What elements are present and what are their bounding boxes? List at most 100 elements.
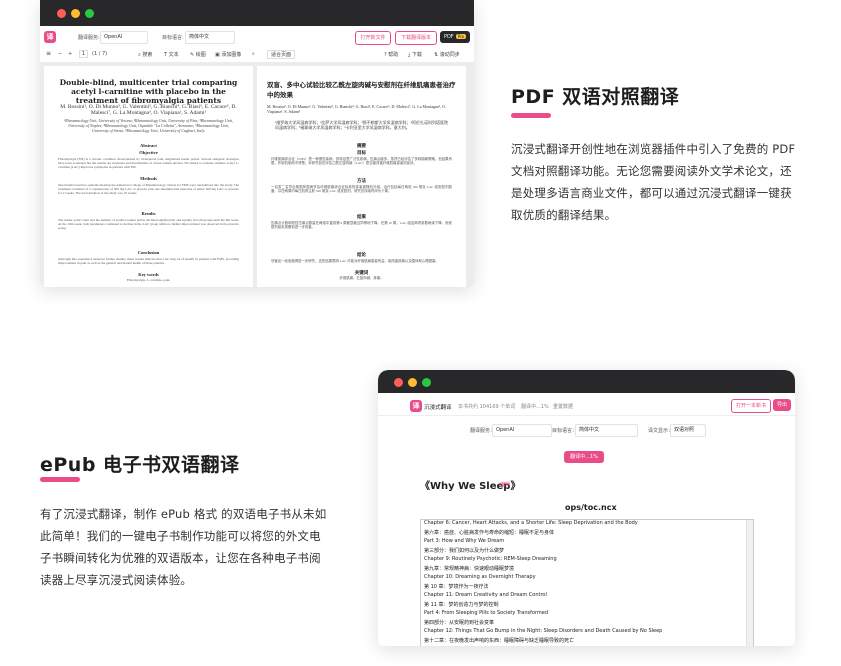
- minimize-window-button[interactable]: [71, 9, 80, 18]
- scroll-sync-label: 滚动同步: [439, 52, 460, 58]
- viewer-search-icon[interactable]: ⌕: [252, 51, 255, 57]
- app-logo-icon: 译: [44, 31, 56, 43]
- help-button[interactable]: ? 帮助: [384, 51, 398, 58]
- target-language-label: 目标语言：: [552, 428, 578, 434]
- conclusion-text: Although this experience deserves furthe…: [58, 257, 239, 266]
- toc-item: Part 3: How and Why We Dream: [424, 538, 505, 544]
- download-icon: ⤓: [408, 52, 411, 58]
- abstract-heading: Abstract: [140, 143, 157, 148]
- translated-results-heading: 结果: [357, 214, 366, 219]
- toc-item: Chapter 12: Things That Go Bump in the N…: [424, 628, 663, 634]
- service-select[interactable]: OpenAI: [492, 424, 552, 437]
- scroll-sync-toggle[interactable]: ⇅ 滚动同步: [434, 51, 460, 58]
- close-window-button[interactable]: [57, 9, 66, 18]
- toc-item: 第 10 章：梦境作为一夜疗法: [424, 584, 489, 590]
- methods-heading: Methods: [140, 176, 157, 181]
- pro-badge: Pro: [455, 34, 467, 39]
- conclusion-heading: Conclusion: [137, 250, 160, 255]
- close-window-button[interactable]: [394, 378, 403, 387]
- pdf-pro-button[interactable]: PDF Pro: [440, 31, 470, 43]
- search-tool-label: 搜索: [142, 52, 153, 58]
- translated-abstract-heading: 摘要: [357, 143, 366, 148]
- image-icon: ▣: [215, 52, 220, 58]
- zoom-select[interactable]: 适合页面: [267, 50, 296, 59]
- edit-link[interactable]: 编辑: [500, 481, 510, 488]
- toc-item: 第十二章：在夜晚发出声响的东西：睡眠障碍与缺乏睡眠导致的死亡: [424, 638, 575, 644]
- sync-icon: ⇅: [434, 52, 439, 58]
- sidebar-toggle-icon[interactable]: ≡: [46, 50, 51, 57]
- app-logo-icon: 译: [410, 400, 422, 412]
- translated-results-text: 压痛点计数和阳性压痛点数量在两组中直到第 6 周都显著且同等地下降。在第 10 …: [271, 221, 452, 230]
- draw-tool[interactable]: ✎ 绘图: [190, 51, 206, 58]
- objective-heading: Objective: [139, 150, 158, 155]
- zoom-out-icon[interactable]: −: [58, 51, 62, 57]
- text-icon: T: [164, 52, 168, 58]
- draw-tool-label: 绘图: [195, 52, 206, 58]
- epub-para-line: 读器上尽享沉浸式阅读体验。: [40, 573, 193, 587]
- results-heading: Results: [141, 211, 156, 216]
- toc-item: 第 11 章：梦的创造力与梦的控制: [424, 602, 499, 608]
- download-translation-button[interactable]: 下载翻译版本: [395, 31, 437, 45]
- toc-item: Chapter 11: Dream Creativity and Dream C…: [424, 592, 547, 598]
- zoom-in-icon[interactable]: +: [68, 51, 72, 57]
- translated-keywords-text: 纤维肌痛、左旋肉碱、疼痛。: [339, 276, 384, 280]
- objective-text: Fibromyalgia (FM) is a chronic condition…: [58, 157, 239, 170]
- translated-conclusion-text: 尽管这一经验值得进一步研究，这些结果表明 LAC 可能对纤维肌痛患者有益，能改善…: [271, 259, 439, 263]
- toc-item: Chapter 9: Routinely Psychotic: REM-Slee…: [424, 556, 557, 562]
- translated-objective-text: 纤维肌痛综合征（FMS）是一种慢性疾病，其特征是广泛性疼痛、压痛点增多。虽然已经…: [271, 157, 452, 166]
- toc-item: 第六章：癌症、心脏病发作与寿命的缩短：睡眠不足与身体: [424, 530, 555, 536]
- text-tool[interactable]: T 文本: [164, 51, 179, 58]
- paper-authors: M. Rossini¹, O. Di Munno², G. Valentini³…: [60, 104, 237, 116]
- translated-objective-heading: 目标: [357, 150, 366, 155]
- open-file-button[interactable]: 打开新文件: [355, 31, 391, 45]
- maximize-window-button[interactable]: [422, 378, 431, 387]
- pdf-heading-underline: [511, 113, 551, 118]
- toc-item: 第四部分：从安眠药到社会变革: [424, 620, 495, 626]
- pen-icon: ✎: [190, 52, 195, 58]
- pdf-section-heading: PDF 双语对照翻译: [511, 86, 680, 108]
- export-button[interactable]: 导出: [773, 399, 791, 411]
- search-icon: ⌕: [138, 52, 141, 58]
- toc-scrollbar[interactable]: [746, 520, 753, 646]
- search-tool[interactable]: ⌕ 搜索: [138, 51, 152, 58]
- service-label: 翻译服务:: [78, 35, 100, 41]
- epub-section-heading: ePub 电子书双语翻译: [40, 454, 240, 476]
- maximize-window-button[interactable]: [85, 9, 94, 18]
- page-count: (1 / 7): [92, 51, 108, 57]
- translated-conclusion-heading: 结论: [357, 252, 366, 257]
- toc-item: 第三部分：我们如何以及为什么做梦: [424, 548, 505, 554]
- toc-content-box[interactable]: Chapter 6: Cancer, Heart Attacks, and a …: [420, 519, 754, 646]
- toc-item: Chapter 6: Cancer, Heart Attacks, and a …: [424, 520, 638, 526]
- service-select[interactable]: OpenAI: [100, 31, 148, 44]
- display-mode-select[interactable]: 双语对照: [670, 424, 706, 437]
- minimize-window-button[interactable]: [408, 378, 417, 387]
- pdf-document-area: Double-blind, multicenter trial comparin…: [40, 62, 474, 287]
- page-number-input[interactable]: 1: [79, 50, 89, 58]
- epub-para-line: 有了沉浸式翻译，制作 ePub 格式 的双语电子书从未如: [40, 507, 327, 521]
- translated-authors: M. Rossini¹, O. Di Munno², G. Valentini³…: [267, 104, 446, 114]
- pdf-para-line: 文档对照翻译功能。无论您需要阅读外文学术论文，还: [511, 164, 792, 178]
- toc-item: 第九章：常规精神病：快速眼动睡眠梦境: [424, 566, 515, 572]
- target-language-label: 目标语言:: [162, 35, 184, 41]
- image-tool[interactable]: ▣ 添加图像: [215, 51, 241, 58]
- target-language-select[interactable]: 简体中文: [185, 31, 235, 44]
- pdf-pro-label: PDF: [443, 34, 454, 40]
- reset-data-link[interactable]: 重置数据: [553, 403, 573, 410]
- window-titlebar: [378, 370, 795, 393]
- download-button[interactable]: ⤓ 下载: [408, 51, 422, 58]
- target-language-select[interactable]: 简体中文: [575, 424, 638, 437]
- help-icon: ?: [384, 52, 387, 58]
- original-page: Double-blind, multicenter trial comparin…: [44, 66, 253, 287]
- epub-para-line: 此简单！我们的一键电子书制作功能可以将您的外文电: [40, 529, 321, 543]
- word-count-info: 本书共约 104169 个单词: [458, 404, 516, 410]
- download-label: 下载: [411, 52, 422, 58]
- keywords-text: Fibromyalgia, L-carnitine, pain.: [126, 278, 171, 282]
- paper-title: Double-blind, multicenter trial comparin…: [59, 78, 238, 105]
- open-new-book-button[interactable]: 打开一本新书: [731, 399, 771, 413]
- translated-methods-text: 一百零二名符合美国风湿病学会纤维肌痛综合征标准的患者被随机分组。治疗包括每日两粒…: [271, 185, 452, 194]
- toc-file-name: ops/toc.ncx: [565, 503, 617, 512]
- epub-section-paragraph: 有了沉浸式翻译，制作 ePub 格式 的双语电子书从未如 此简单！我们的一键电子…: [40, 503, 340, 591]
- translation-progress-button[interactable]: 翻译中...1%: [564, 451, 604, 463]
- window-titlebar: [40, 0, 474, 26]
- help-label: 帮助: [388, 52, 399, 58]
